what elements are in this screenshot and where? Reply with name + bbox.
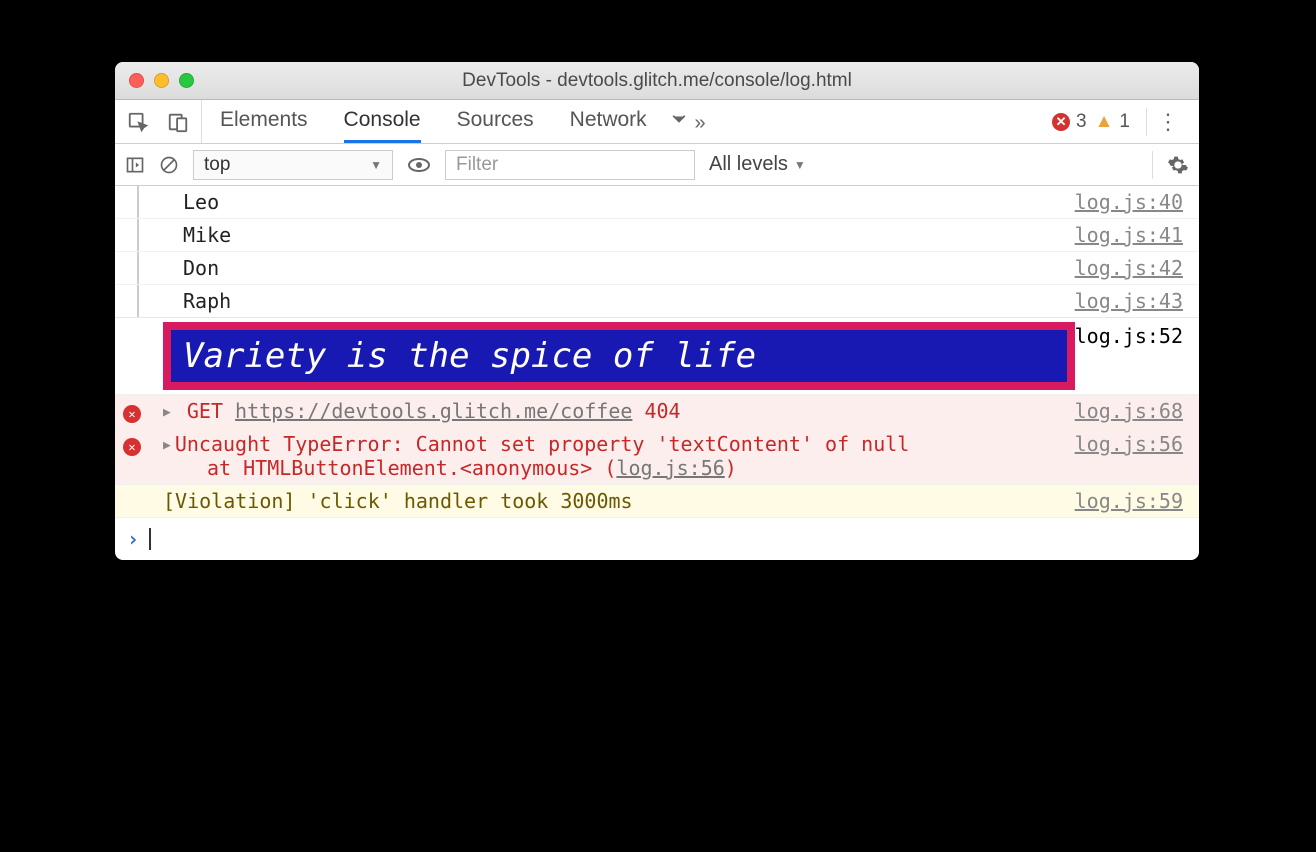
titlebar: DevTools - devtools.glitch.me/console/lo… xyxy=(115,62,1199,100)
stack-suffix: ) xyxy=(725,456,737,480)
error-icon: ✕ xyxy=(1052,113,1070,131)
log-row[interactable]: Leo log.js:40 xyxy=(115,186,1199,219)
more-tabs-icon[interactable]: » xyxy=(669,109,706,135)
device-toolbar-icon[interactable] xyxy=(167,111,189,133)
devtools-window: DevTools - devtools.glitch.me/console/lo… xyxy=(115,62,1199,560)
violation-row[interactable]: [Violation] 'click' handler took 3000ms … xyxy=(115,485,1199,518)
inspect-element-icon[interactable] xyxy=(127,111,149,133)
log-row[interactable]: Mike log.js:41 xyxy=(115,219,1199,252)
source-link[interactable]: log.js:41 xyxy=(1075,223,1183,247)
filter-input[interactable] xyxy=(445,150,695,180)
source-link[interactable]: log.js:42 xyxy=(1075,256,1183,280)
error-count-badge[interactable]: ✕ 3 xyxy=(1052,111,1087,133)
error-count: 3 xyxy=(1076,111,1087,133)
log-message: Raph xyxy=(123,289,1075,313)
console-toolbar: top ▼ All levels ▼ xyxy=(115,144,1199,186)
log-row[interactable]: Raph log.js:43 xyxy=(115,285,1199,318)
error-row[interactable]: ✕ ▶ GET https://devtools.glitch.me/coffe… xyxy=(115,395,1199,428)
tab-console[interactable]: Console xyxy=(344,100,421,143)
settings-menu-icon[interactable]: ⋮ xyxy=(1146,108,1189,136)
source-link[interactable]: log.js:68 xyxy=(1075,399,1183,423)
warning-count: 1 xyxy=(1119,111,1130,133)
error-row[interactable]: ✕ ▶ Uncaught TypeError: Cannot set proper… xyxy=(115,428,1199,485)
styled-log-message: Variety is the spice of life xyxy=(163,322,1075,390)
source-link[interactable]: log.js:40 xyxy=(1075,190,1183,214)
tab-elements[interactable]: Elements xyxy=(220,100,308,143)
dropdown-caret-icon: ▼ xyxy=(370,158,382,172)
error-url[interactable]: https://devtools.glitch.me/coffee xyxy=(235,399,632,423)
log-row[interactable]: Don log.js:42 xyxy=(115,252,1199,285)
error-message: Uncaught TypeError: Cannot set property … xyxy=(175,432,910,456)
stack-link[interactable]: log.js:56 xyxy=(616,456,724,480)
stack-prefix: at HTMLButtonElement.<anonymous> ( xyxy=(207,456,616,480)
context-selector[interactable]: top ▼ xyxy=(193,150,393,180)
source-link[interactable]: log.js:43 xyxy=(1075,289,1183,313)
source-link[interactable]: log.js:56 xyxy=(1075,432,1183,456)
toggle-sidebar-icon[interactable] xyxy=(125,155,145,175)
window-title: DevTools - devtools.glitch.me/console/lo… xyxy=(115,70,1199,92)
styled-log-row[interactable]: Variety is the spice of life log.js:52 xyxy=(115,318,1199,395)
console-settings-icon[interactable] xyxy=(1152,151,1189,179)
log-message: Leo xyxy=(123,190,1075,214)
error-status: 404 xyxy=(644,399,680,423)
tab-sources[interactable]: Sources xyxy=(457,100,534,143)
source-link[interactable]: log.js:59 xyxy=(1075,489,1183,513)
console-output: Leo log.js:40 Mike log.js:41 Don log.js:… xyxy=(115,186,1199,560)
prompt-caret-icon: › xyxy=(127,527,139,551)
warning-count-badge[interactable]: ▲ 1 xyxy=(1095,111,1130,133)
console-prompt[interactable]: › xyxy=(115,518,1199,560)
log-levels-selector[interactable]: All levels ▼ xyxy=(709,153,806,176)
console-input[interactable] xyxy=(151,526,1187,552)
source-link[interactable]: log.js:52 xyxy=(1075,318,1183,394)
live-expression-icon[interactable] xyxy=(407,153,431,177)
expand-icon[interactable]: ▶ xyxy=(163,438,171,453)
clear-console-icon[interactable] xyxy=(159,155,179,175)
violation-message: [Violation] 'click' handler took 3000ms xyxy=(163,489,1075,513)
warning-icon: ▲ xyxy=(1095,111,1114,133)
main-tabbar: Elements Console Sources Network » ✕ 3 ▲… xyxy=(115,100,1199,144)
log-message: Mike xyxy=(123,223,1075,247)
log-levels-label: All levels xyxy=(709,153,788,176)
error-icon: ✕ xyxy=(123,405,141,423)
error-method: GET xyxy=(187,399,223,423)
expand-icon[interactable]: ▶ xyxy=(163,405,171,420)
dropdown-caret-icon: ▼ xyxy=(794,158,806,172)
error-icon: ✕ xyxy=(123,438,141,456)
tab-network[interactable]: Network xyxy=(570,100,647,143)
context-value: top xyxy=(204,154,230,176)
log-message: Don xyxy=(123,256,1075,280)
